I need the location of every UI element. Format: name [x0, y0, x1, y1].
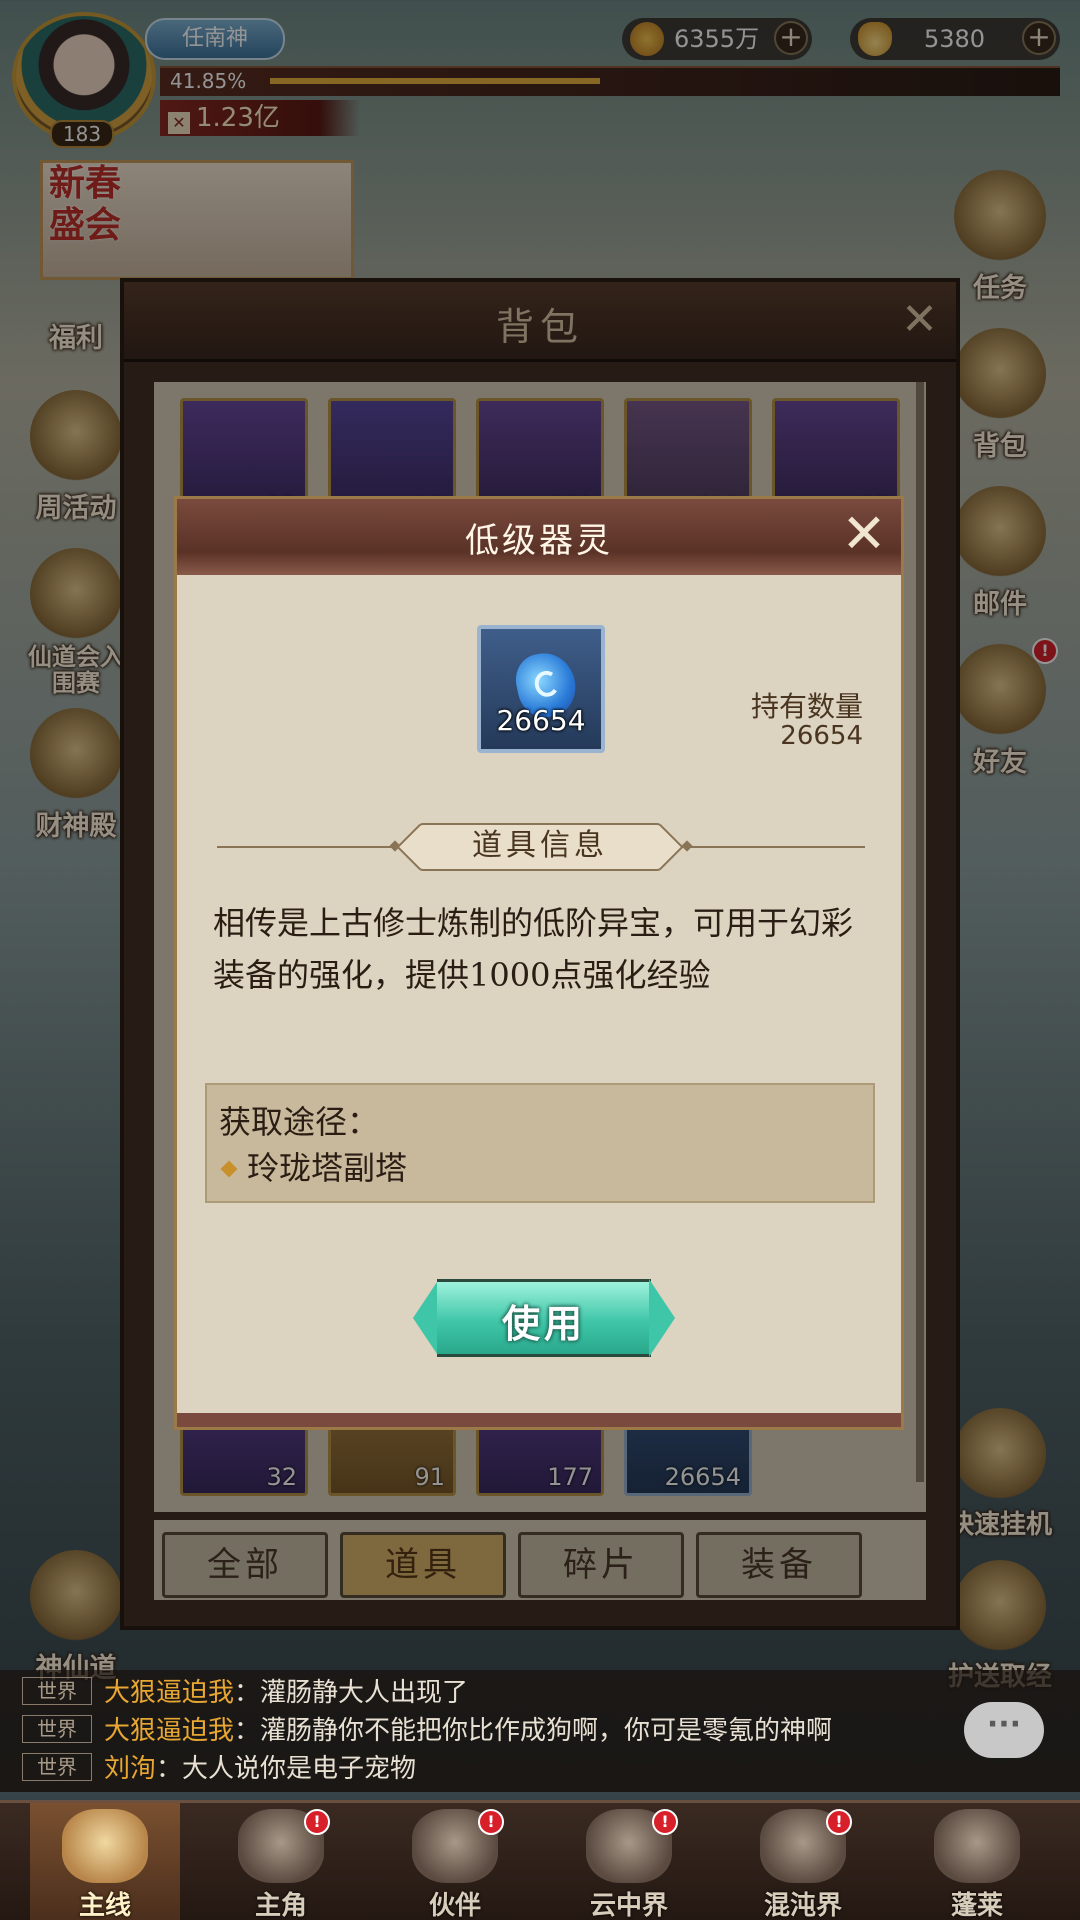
- owned-quantity-value: 26654: [780, 721, 863, 751]
- owned-quantity-label: 持有数量: [750, 690, 863, 723]
- nav-label: 云中界: [589, 1891, 668, 1920]
- nav-hero[interactable]: 主角 !: [206, 1803, 356, 1920]
- item-description: 相传是上古修士炼制的低阶异宝，可用于幻彩装备的强化，提供1000点强化经验: [213, 904, 854, 994]
- sage-icon: [934, 1809, 1020, 1883]
- chat-channel: 世界: [22, 1715, 92, 1743]
- chat-message: ：大人说你是电子宠物: [156, 1754, 417, 1784]
- nav-cloud-realm[interactable]: 云中界 !: [554, 1803, 704, 1920]
- nav-label: 主角: [254, 1891, 307, 1920]
- nav-main-story[interactable]: 主线: [30, 1803, 180, 1920]
- chat-line: 世界 大狠逼迫我：灌肠静大人出现了: [22, 1676, 468, 1710]
- acquisition-title: 获取途径：: [219, 1103, 380, 1141]
- dialog-footer: [177, 1413, 901, 1427]
- item-icon-slot: 26654: [477, 625, 605, 753]
- chat-button[interactable]: ···: [964, 1702, 1044, 1758]
- nav-badge: !: [826, 1809, 852, 1835]
- crossed-swords-icon: [62, 1809, 148, 1883]
- nav-penglai[interactable]: 蓬莱: [902, 1803, 1052, 1920]
- nav-badge: !: [304, 1809, 330, 1835]
- nav-label: 伙伴: [428, 1891, 481, 1920]
- chat-message: ：灌肠静你不能把你比作成狗啊，你可是零氪的神啊: [234, 1716, 833, 1746]
- chat-sender[interactable]: 刘洵: [104, 1754, 156, 1784]
- dialog-title: 低级器灵: [465, 521, 613, 561]
- chat-channel: 世界: [22, 1677, 92, 1705]
- acquisition-item[interactable]: 玲珑塔副塔: [219, 1143, 407, 1189]
- use-button-label: 使用: [501, 1302, 586, 1346]
- item-icon-count: 26654: [496, 704, 586, 737]
- section-label: 道具信息: [417, 823, 663, 871]
- nav-chaos-realm[interactable]: 混沌界 !: [728, 1803, 878, 1920]
- chat-line: 世界 大狠逼迫我：灌肠静你不能把你比作成狗啊，你可是零氪的神啊: [22, 1714, 832, 1748]
- chat-sender[interactable]: 大狠逼迫我: [104, 1678, 234, 1708]
- dialog-header: 低级器灵 ✕: [177, 499, 901, 575]
- chat-channel: 世界: [22, 1753, 92, 1781]
- nav-label: 蓬莱: [950, 1891, 1003, 1920]
- use-button[interactable]: 使用: [413, 1279, 675, 1357]
- divider-right: [685, 846, 865, 848]
- nav-label: 主线: [78, 1891, 131, 1920]
- chat-sender[interactable]: 大狠逼迫我: [104, 1716, 234, 1746]
- chat-message: ：灌肠静大人出现了: [234, 1678, 469, 1708]
- divider-left: [217, 846, 397, 848]
- nav-label: 混沌界: [763, 1891, 842, 1920]
- nav-partners[interactable]: 伙伴 !: [380, 1803, 530, 1920]
- acquisition-item-label: 玲珑塔副塔: [247, 1149, 408, 1187]
- chat-line: 世界 刘洵：大人说你是电子宠物: [22, 1752, 416, 1786]
- diamond-bullet-icon: [220, 1160, 238, 1177]
- close-icon[interactable]: ✕: [839, 507, 889, 561]
- chat-panel[interactable]: 世界 大狠逼迫我：灌肠静大人出现了 世界 大狠逼迫我：灌肠静你不能把你比作成狗啊，你…: [0, 1670, 1080, 1792]
- item-detail-dialog: 低级器灵 ✕ 26654 持有数量 26654 道具信息 相传是上古修士炼制的低…: [174, 496, 904, 1430]
- nav-badge: !: [478, 1809, 504, 1835]
- acquisition-box: 获取途径： 玲珑塔副塔: [205, 1083, 875, 1203]
- bottom-nav: 主线 主角 ! 伙伴 ! 云中界 ! 混沌界 ! 蓬莱: [0, 1800, 1080, 1920]
- nav-badge: !: [652, 1809, 678, 1835]
